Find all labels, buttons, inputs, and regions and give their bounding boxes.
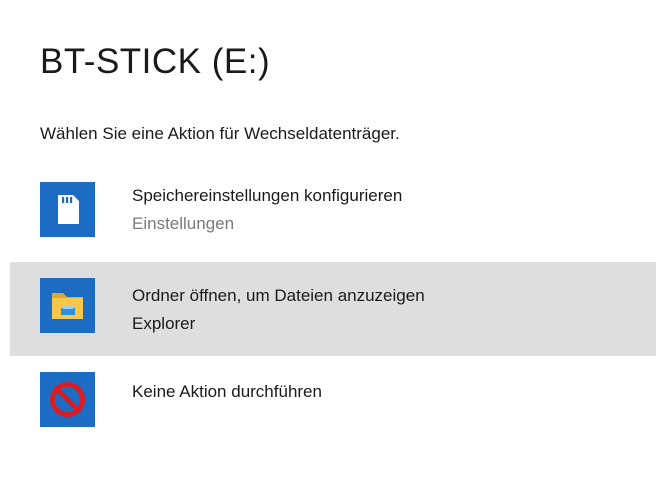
option-configure-storage[interactable]: Speichereinstellungen konfigurieren Eins… bbox=[10, 170, 656, 264]
option-sublabel: Explorer bbox=[132, 314, 196, 333]
option-label: Ordner öffnen, um Dateien anzuzeigen bbox=[132, 286, 425, 305]
no-action-icon bbox=[40, 372, 95, 427]
option-text: Ordner öffnen, um Dateien anzuzeigen Exp… bbox=[132, 284, 425, 336]
option-no-action[interactable]: Keine Aktion durchführen bbox=[10, 360, 656, 454]
action-prompt: Wählen Sie eine Aktion für Wechseldatent… bbox=[40, 124, 400, 143]
option-open-folder[interactable]: Ordner öffnen, um Dateien anzuzeigen Exp… bbox=[10, 262, 656, 356]
option-label: Speichereinstellungen konfigurieren bbox=[132, 186, 403, 205]
folder-explorer-icon bbox=[40, 278, 95, 333]
option-text: Keine Aktion durchführen bbox=[132, 380, 322, 404]
page-title: BT-STICK (E:) bbox=[40, 42, 271, 81]
sd-card-icon bbox=[40, 182, 95, 237]
autoplay-panel: BT-STICK (E:) Wählen Sie eine Aktion für… bbox=[0, 0, 656, 480]
option-text: Speichereinstellungen konfigurieren Eins… bbox=[132, 184, 402, 236]
option-sublabel: Einstellungen bbox=[132, 214, 235, 233]
option-label: Keine Aktion durchführen bbox=[132, 382, 322, 401]
